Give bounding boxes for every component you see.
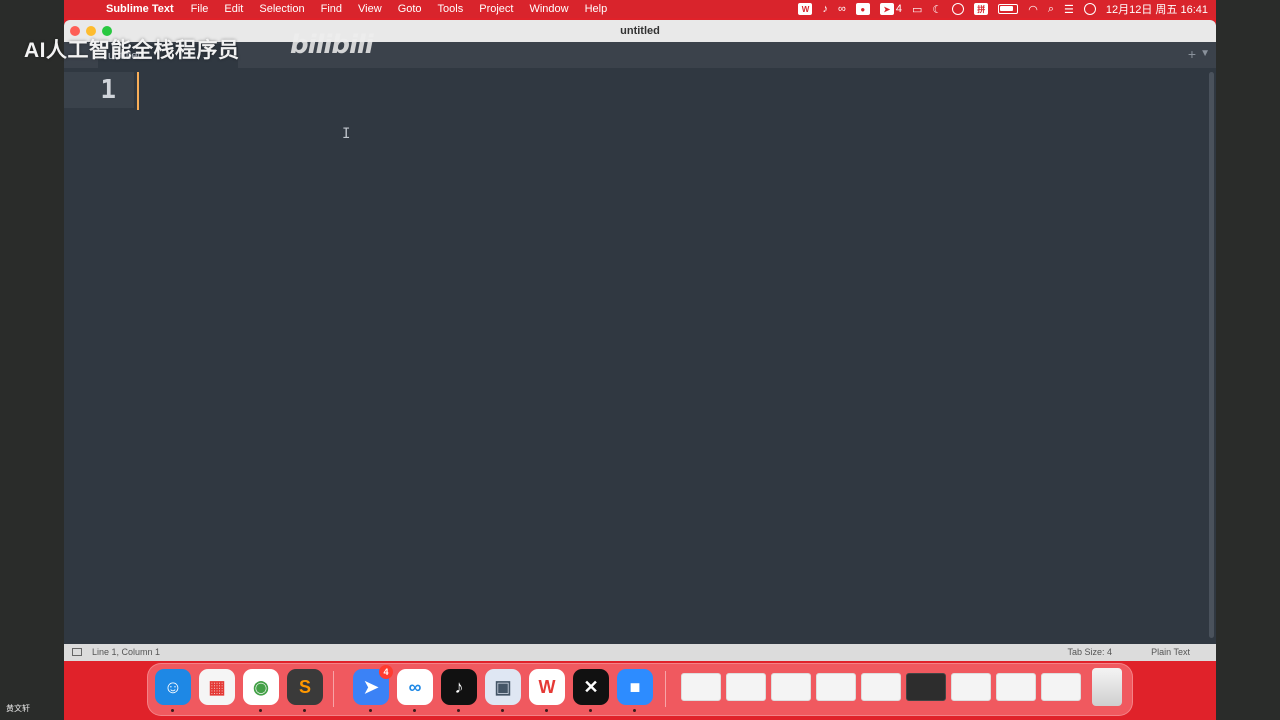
dock-netdisk-icon[interactable]: ∞ xyxy=(397,669,433,712)
dock-sublime-icon[interactable]: S xyxy=(287,669,323,712)
menu-view[interactable]: View xyxy=(358,3,382,15)
moon-icon[interactable]: ☾ xyxy=(932,3,942,16)
feishu-status-icon: ➤ xyxy=(879,3,894,15)
minimized-window-thumbnail[interactable] xyxy=(1041,673,1081,701)
dock-preview-icon[interactable]: ▣ xyxy=(485,669,521,712)
minimized-window-thumbnail[interactable] xyxy=(771,673,811,701)
current-line-highlight: 1 xyxy=(64,72,134,108)
battery-icon[interactable] xyxy=(998,4,1019,14)
syntax-selector[interactable]: Plain Text xyxy=(1151,644,1190,661)
siri-icon[interactable] xyxy=(1083,3,1096,15)
line-number: 1 xyxy=(100,75,116,105)
wifi-icon[interactable]: ◠ xyxy=(1028,3,1038,16)
search-icon[interactable]: ⌕ xyxy=(1048,3,1054,16)
menu-project[interactable]: Project xyxy=(479,3,513,15)
netdisk-status-icon[interactable]: ∞ xyxy=(838,3,846,15)
tab-size-selector[interactable]: Tab Size: 4 xyxy=(1067,644,1112,661)
tiktok-status-icon[interactable]: ♪ xyxy=(822,3,828,15)
sublime-window: untitled untitled + ▼ 1 I Line 1, Column… xyxy=(64,20,1216,661)
bilibili-logo: bilibili xyxy=(290,30,374,60)
minimized-window-thumbnail[interactable] xyxy=(996,673,1036,701)
text-caret xyxy=(137,72,139,110)
dock-capcut-icon[interactable]: ✕ xyxy=(573,669,609,712)
dock-zoom-icon[interactable]: ■ xyxy=(617,669,653,712)
minimized-window-thumbnail[interactable] xyxy=(726,673,766,701)
minimized-window-thumbnail[interactable] xyxy=(816,673,856,701)
minimized-window-thumbnail[interactable] xyxy=(681,673,721,701)
video-frame-left xyxy=(0,0,64,720)
feishu-status-count: 4 xyxy=(895,3,902,15)
menu-clock[interactable]: 12月12日 周五 16:41 xyxy=(1106,1,1208,17)
menu-tools[interactable]: Tools xyxy=(438,3,464,15)
channel-watermark: AI人工智能全栈程序员 xyxy=(24,39,240,62)
feishu-status-group[interactable]: ➤ 4 xyxy=(879,3,902,15)
dock-launchpad-icon[interactable]: ▦ xyxy=(199,669,235,705)
menu-selection[interactable]: Selection xyxy=(259,3,304,15)
status-menus: W ♪ ∞ ● ➤ 4 ▭ ☾ 拼 ◠ ⌕ ☰ 12月12日 周五 16:41 xyxy=(798,0,1216,18)
dock: ☺ ▦ ◉ S ➤ 4 ∞ ♪ ▣ W ✕ ■ xyxy=(147,663,1133,716)
feishu-badge: 4 xyxy=(379,665,393,679)
streamer-name: 黄文轩 xyxy=(6,704,30,713)
dock-chrome-icon[interactable]: ◉ xyxy=(243,669,279,712)
ibeam-cursor-icon: I xyxy=(342,126,351,142)
new-tab-button[interactable]: + xyxy=(1188,46,1196,62)
dock-separator xyxy=(665,671,666,707)
control-center-icon[interactable]: ☰ xyxy=(1064,3,1074,16)
dock-wps-icon[interactable]: W xyxy=(529,669,565,712)
menu-app-name[interactable]: Sublime Text xyxy=(106,3,174,15)
screen-mirror-icon[interactable]: ▭ xyxy=(912,3,922,16)
cursor-position: Line 1, Column 1 xyxy=(92,647,161,657)
dock-separator xyxy=(333,671,334,707)
status-bar: Line 1, Column 1 Tab Size: 4 Plain Text xyxy=(64,644,1216,661)
minimized-window-thumbnail[interactable] xyxy=(861,673,901,701)
menu-goto[interactable]: Goto xyxy=(398,3,422,15)
wps-status-icon[interactable]: W xyxy=(798,3,813,15)
ime-status-icon[interactable]: 拼 xyxy=(974,3,989,15)
sidebar-toggle-icon[interactable] xyxy=(72,648,82,656)
menu-bar: Sublime Text File Edit Selection Find Vi… xyxy=(64,0,1216,18)
dock-tiktok-icon[interactable]: ♪ xyxy=(441,669,477,712)
tab-list-button[interactable]: ▼ xyxy=(1200,48,1210,59)
menu-find[interactable]: Find xyxy=(321,3,342,15)
dock-feishu-icon[interactable]: ➤ 4 xyxy=(353,665,393,712)
minimized-window-thumbnail[interactable] xyxy=(906,673,946,701)
menu-window[interactable]: Window xyxy=(529,3,568,15)
line-gutter: 1 xyxy=(64,68,134,638)
play-circle-icon[interactable] xyxy=(952,3,965,15)
video-frame-right xyxy=(1216,0,1280,720)
dock-trash-icon[interactable] xyxy=(1092,668,1122,706)
dock-finder-icon[interactable]: ☺ xyxy=(155,669,191,712)
record-status-icon[interactable]: ● xyxy=(855,3,870,15)
menu-file[interactable]: File xyxy=(191,3,209,15)
desktop-screen: Sublime Text File Edit Selection Find Vi… xyxy=(64,0,1216,720)
menu-help[interactable]: Help xyxy=(585,3,608,15)
vertical-scrollbar[interactable] xyxy=(1209,72,1214,638)
menu-edit[interactable]: Edit xyxy=(224,3,243,15)
minimized-window-thumbnail[interactable] xyxy=(951,673,991,701)
